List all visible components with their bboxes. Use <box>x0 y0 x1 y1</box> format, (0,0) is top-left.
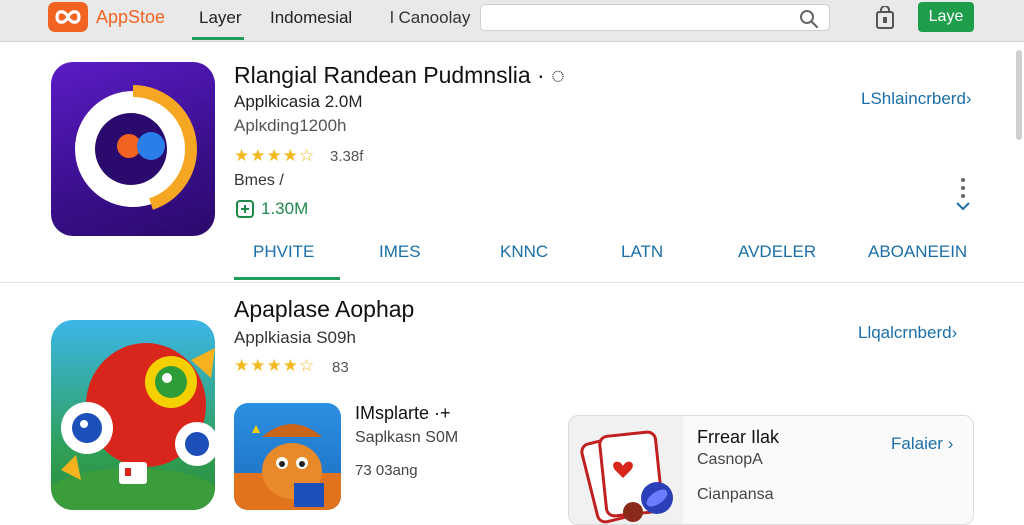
featured-app-subtitle: Applkicasia 2.0M <box>234 92 363 111</box>
featured-rating-stars: ★★★★☆ <box>234 146 316 165</box>
chevron-right-icon: › <box>965 89 972 108</box>
second-app-subtitle: Applkiasia S09h <box>234 328 356 347</box>
mini-app-meta: 73 03ang <box>355 462 418 479</box>
nav-item-layer[interactable]: Layer <box>199 8 242 28</box>
top-bar: AppStoe Layer Indomesial l Canoolay Laye <box>0 0 1024 42</box>
second-rating-count: 83 <box>332 359 349 376</box>
nav-item-canoolay[interactable]: l Canoolay <box>390 8 470 28</box>
second-link-label: Llqalcrnberd <box>858 323 952 342</box>
card-link-label: Falaier <box>891 434 943 453</box>
tab-avdeler[interactable]: AVDELER <box>738 242 816 262</box>
mini-app-subtitle: Saplkasn S0M <box>355 429 459 446</box>
featured-app-icon[interactable] <box>51 62 215 236</box>
second-see-more-link[interactable]: Llqalcrnberd› <box>858 323 957 343</box>
download-size-icon <box>236 200 254 218</box>
featured-app-title[interactable]: Rlangial Randean Pudmnslia · ◌ <box>234 62 565 89</box>
card-title: Frrear Ilak <box>697 427 780 447</box>
appstore-logo-icon[interactable] <box>48 2 88 32</box>
tab-phvite[interactable]: PHVITE <box>253 242 314 262</box>
card-subtitle: CasnopA <box>697 451 763 468</box>
featured-app-size: 1.30M <box>261 199 309 218</box>
nav-item-indomesial[interactable]: Indomesial <box>270 8 352 28</box>
app-card[interactable]: Frrear Ilak CasnopA Cianpansa Falaier › <box>568 415 974 525</box>
brand-name[interactable]: AppStoe <box>96 7 165 28</box>
tab-knnc[interactable]: KNNC <box>500 242 548 262</box>
featured-app-meta: Bmes / <box>234 172 284 189</box>
mini-app-title[interactable]: IMsplarte ·+ <box>355 403 451 424</box>
bird-game-icon[interactable] <box>51 320 215 510</box>
search-input[interactable] <box>480 4 830 31</box>
featured-rating-count: 3.38f <box>330 148 364 165</box>
more-options-icon[interactable] <box>954 176 972 212</box>
section-divider <box>0 282 1024 283</box>
featured-see-more-link[interactable]: LShlaincrberd› <box>861 89 972 109</box>
top-action-button[interactable]: Laye <box>918 2 974 32</box>
tab-aboaneein[interactable]: ABOANEEIN <box>868 242 967 262</box>
search-icon[interactable] <box>799 9 819 29</box>
chevron-right-icon: › <box>951 323 958 342</box>
featured-app-subtitle-secondary: Aplĸding1200h <box>234 116 347 135</box>
tab-latn[interactable]: LATN <box>621 242 663 262</box>
chevron-right-icon: › <box>947 434 954 453</box>
active-tab-indicator <box>234 277 340 280</box>
second-rating-stars: ★★★★☆ <box>234 356 316 375</box>
active-nav-indicator <box>192 37 244 40</box>
featured-link-label: LShlaincrberd <box>861 89 966 108</box>
card-link[interactable]: Falaier › <box>891 434 953 454</box>
mini-app-icon[interactable] <box>234 403 341 510</box>
scrollbar[interactable] <box>1016 50 1022 140</box>
tab-imes[interactable]: IMES <box>379 242 421 262</box>
card-meta: Cianpansa <box>697 486 774 503</box>
second-app-title[interactable]: Apaplase Aophap <box>234 296 414 323</box>
bag-icon[interactable] <box>874 6 896 30</box>
card-image <box>569 416 683 524</box>
